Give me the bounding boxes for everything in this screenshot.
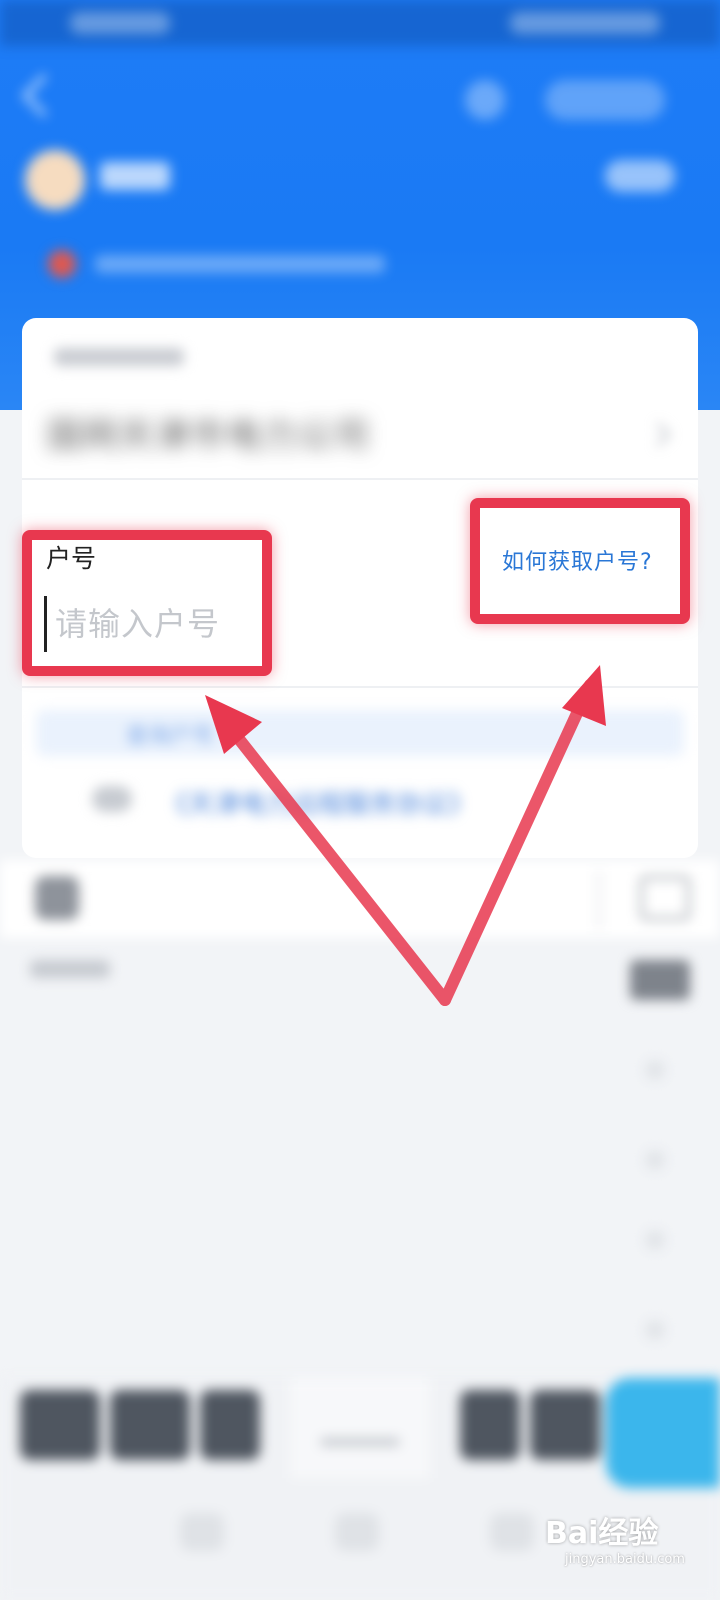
tab-item[interactable] [200,1390,260,1460]
query-account-button[interactable]: 查询户号 [36,710,684,756]
avatar[interactable] [25,150,85,210]
tab-item[interactable] [530,1390,600,1460]
tab-icon[interactable] [180,1513,224,1551]
side-dot [645,1320,665,1340]
agreement-link[interactable]: 《天津电力远程服务协议》 [162,784,474,821]
watermark-logo: Bai经验 [545,1516,659,1551]
header-right-button[interactable] [605,160,675,192]
agreement-checkbox[interactable] [92,786,132,812]
divider [598,870,600,930]
section-caption [30,960,110,978]
query-account-label: 查询户号 [126,724,215,749]
side-dot [645,1150,665,1170]
floating-action-button[interactable] [606,1378,720,1488]
chevron-right-icon[interactable] [646,422,671,447]
status-time [70,12,170,34]
back-icon[interactable] [21,73,66,118]
tab-item[interactable] [110,1390,190,1460]
header-action-icon[interactable] [465,80,505,120]
watermark: Bai经验 jingyan.baidu.com [545,1508,685,1567]
message-icon[interactable] [640,876,690,920]
company-caption [54,348,184,366]
list-item-icon [35,876,79,920]
tab-icon[interactable] [335,1513,379,1551]
capsule-menu-icon[interactable] [545,80,665,120]
annotation-box-account [22,530,272,676]
divider [22,478,698,480]
notice-icon [48,250,76,278]
tab-item[interactable] [460,1390,520,1460]
annotation-box-how-to [470,498,690,624]
list-item[interactable] [0,860,720,938]
tab-icon[interactable] [490,1513,534,1551]
lower-list [0,860,720,1380]
tab-center[interactable] [290,1378,430,1478]
status-indicators [510,12,660,34]
notice-text [95,255,385,273]
side-dot [645,1230,665,1250]
side-dot [645,1060,665,1080]
divider [22,686,698,688]
user-name [100,162,170,190]
company-name[interactable]: 国网天津市电力公司 [47,408,371,457]
tab-center-indicator [320,1438,400,1446]
tab-item[interactable] [20,1390,100,1460]
side-item[interactable] [630,960,690,1000]
watermark-site: jingyan.baidu.com [565,1552,685,1567]
